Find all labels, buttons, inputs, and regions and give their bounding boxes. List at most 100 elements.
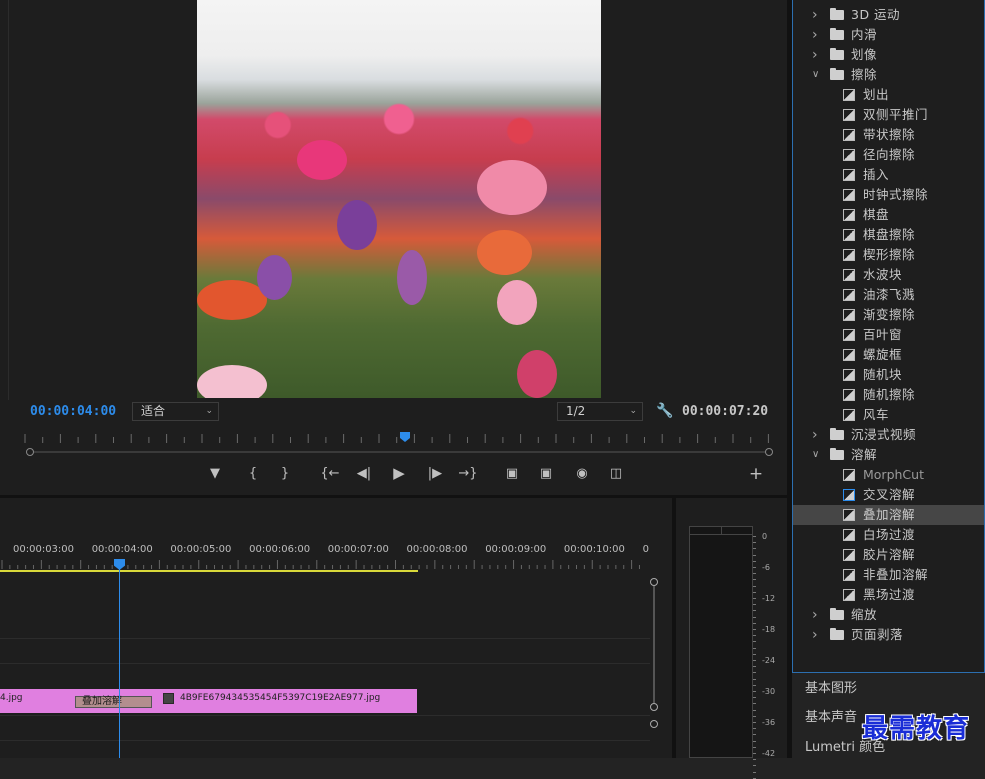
meter-scale-label: 0 bbox=[762, 532, 768, 541]
transition-clip[interactable]: 叠加溶解 bbox=[75, 696, 152, 708]
effects-item[interactable]: 黑场过渡 bbox=[793, 585, 984, 605]
effect-label: 随机块 bbox=[863, 367, 903, 382]
scroll-track[interactable] bbox=[653, 586, 655, 703]
mark-out-icon[interactable]: } bbox=[275, 466, 295, 481]
transition-icon bbox=[843, 489, 855, 501]
timeline-ruler-label: 00:00:08:00 bbox=[406, 544, 468, 555]
meter-tick bbox=[753, 753, 756, 754]
step-forward-icon[interactable]: |▶ bbox=[425, 466, 445, 481]
effects-item[interactable]: 百叶窗 bbox=[793, 325, 984, 345]
effects-item[interactable]: 螺旋框 bbox=[793, 345, 984, 365]
effects-item[interactable]: 棋盘擦除 bbox=[793, 225, 984, 245]
effects-item[interactable]: 胶片溶解 bbox=[793, 545, 984, 565]
timeline-ruler-label: 00:00:06:00 bbox=[249, 544, 311, 555]
effects-item[interactable]: 径向擦除 bbox=[793, 145, 984, 165]
effects-item[interactable]: 带状擦除 bbox=[793, 125, 984, 145]
go-to-out-icon[interactable]: →} bbox=[458, 466, 478, 481]
meter-tick bbox=[753, 746, 756, 748]
transition-icon bbox=[843, 169, 855, 181]
effects-folder[interactable]: › 沉浸式视频 bbox=[793, 425, 984, 445]
chevron-right-icon[interactable]: › bbox=[812, 5, 818, 25]
effect-label: 插入 bbox=[863, 167, 890, 182]
timeline-ruler-ticks bbox=[1, 560, 640, 569]
resolution-value: 1/2 bbox=[566, 404, 586, 418]
track-divider bbox=[0, 638, 650, 639]
effects-folder[interactable]: › 3D 运动 bbox=[793, 5, 984, 25]
timeline-ruler-label: 00:00:10:00 bbox=[563, 544, 625, 555]
effects-folder[interactable]: ∨ 溶解 bbox=[793, 445, 984, 465]
play-icon[interactable]: ▶ bbox=[389, 464, 409, 482]
effects-item[interactable]: 叠加溶解 bbox=[793, 505, 984, 525]
chevron-right-icon[interactable]: › bbox=[812, 45, 818, 65]
wrench-icon[interactable]: 🔧 bbox=[656, 403, 673, 419]
effects-folder[interactable]: › 页面剥落 bbox=[793, 625, 984, 645]
scrub-bar[interactable] bbox=[30, 451, 770, 453]
effects-item[interactable]: MorphCut bbox=[793, 465, 984, 485]
effects-folder[interactable]: › 缩放 bbox=[793, 605, 984, 625]
effects-item[interactable]: 随机块 bbox=[793, 365, 984, 385]
step-back-icon[interactable]: ◀| bbox=[354, 466, 374, 481]
fit-value: 适合 bbox=[141, 404, 166, 418]
effects-panel: › 3D 运动 › 内滑 › 划像 ∨ 擦除划出双侧平推门 带状擦除 径向擦除插入时钟式擦除棋盘棋… bbox=[792, 0, 985, 673]
effects-item[interactable]: 随机擦除 bbox=[793, 385, 984, 405]
effects-folder[interactable]: › 内滑 bbox=[793, 25, 984, 45]
effects-folder[interactable]: › 划像 bbox=[793, 45, 984, 65]
effects-item[interactable]: 棋盘 bbox=[793, 205, 984, 225]
transition-icon bbox=[843, 269, 855, 281]
meter-tick bbox=[753, 548, 756, 550]
effects-folder[interactable]: ∨ 擦除 bbox=[793, 65, 984, 85]
current-timecode[interactable]: 00:00:04:00 bbox=[30, 404, 116, 419]
extract-icon[interactable]: ▣ bbox=[536, 466, 556, 481]
meter-scale-label: -6 bbox=[762, 563, 770, 572]
effects-item[interactable]: 水波块 bbox=[793, 265, 984, 285]
effects-item[interactable]: 时钟式擦除 bbox=[793, 185, 984, 205]
resolution-dropdown[interactable]: 1/2 ⌄ bbox=[557, 402, 643, 421]
transition-icon bbox=[843, 469, 855, 481]
chevron-down-icon[interactable]: ∨ bbox=[812, 65, 819, 85]
export-frame-icon[interactable]: ◉ bbox=[572, 466, 592, 481]
add-marker-icon[interactable]: ▼ bbox=[205, 466, 225, 481]
effects-item[interactable]: 插入 bbox=[793, 165, 984, 185]
effects-item[interactable]: 白场过渡 bbox=[793, 525, 984, 545]
effect-label: 划出 bbox=[863, 87, 890, 102]
folder-icon bbox=[830, 448, 844, 460]
chevron-right-icon[interactable]: › bbox=[812, 605, 818, 625]
effects-item[interactable]: 交叉溶解 bbox=[793, 485, 984, 505]
panel-basic-graphics[interactable]: 基本图形 bbox=[792, 677, 985, 704]
add-button-icon[interactable]: + bbox=[746, 464, 766, 484]
chevron-right-icon[interactable]: › bbox=[812, 425, 818, 445]
comparison-view-icon[interactable]: ◫ bbox=[606, 466, 626, 481]
timeline-playhead-line[interactable] bbox=[119, 566, 120, 758]
effects-item[interactable]: 双侧平推门 bbox=[793, 105, 984, 125]
scrub-end-handle[interactable] bbox=[765, 448, 773, 456]
fit-dropdown[interactable]: 适合 ⌄ bbox=[132, 402, 219, 421]
scroll-handle[interactable] bbox=[650, 703, 658, 711]
chevron-right-icon[interactable]: › bbox=[812, 625, 818, 645]
mark-in-icon[interactable]: { bbox=[243, 466, 263, 481]
effects-item[interactable]: 风车 bbox=[793, 405, 984, 425]
effects-item[interactable]: 非叠加溶解 bbox=[793, 565, 984, 585]
timeline-panel bbox=[0, 498, 672, 758]
transition-icon bbox=[843, 209, 855, 221]
effects-item[interactable]: 油漆飞溅 bbox=[793, 285, 984, 305]
scroll-handle[interactable] bbox=[650, 720, 658, 728]
chevron-down-icon[interactable]: ∨ bbox=[812, 445, 819, 465]
folder-icon bbox=[830, 628, 844, 640]
monitor-ruler[interactable] bbox=[24, 430, 770, 444]
effect-label: 时钟式擦除 bbox=[863, 187, 929, 202]
effects-item[interactable]: 划出 bbox=[793, 85, 984, 105]
transition-icon bbox=[843, 229, 855, 241]
effect-label: 棋盘擦除 bbox=[863, 227, 916, 242]
go-to-in-icon[interactable]: {← bbox=[320, 466, 340, 481]
effects-item[interactable]: 楔形擦除 bbox=[793, 245, 984, 265]
meter-tick bbox=[753, 573, 756, 575]
effects-item[interactable]: 渐变擦除 bbox=[793, 305, 984, 325]
scroll-handle[interactable] bbox=[650, 578, 658, 586]
timeline-scrollbar[interactable] bbox=[650, 578, 658, 758]
clip-left-name: 4.jpg bbox=[0, 693, 23, 703]
lift-icon[interactable]: ▣ bbox=[502, 466, 522, 481]
work-area-bar[interactable] bbox=[0, 570, 418, 572]
chevron-right-icon[interactable]: › bbox=[812, 25, 818, 45]
scrub-start-handle[interactable] bbox=[26, 448, 34, 456]
meter-tick bbox=[753, 641, 756, 643]
